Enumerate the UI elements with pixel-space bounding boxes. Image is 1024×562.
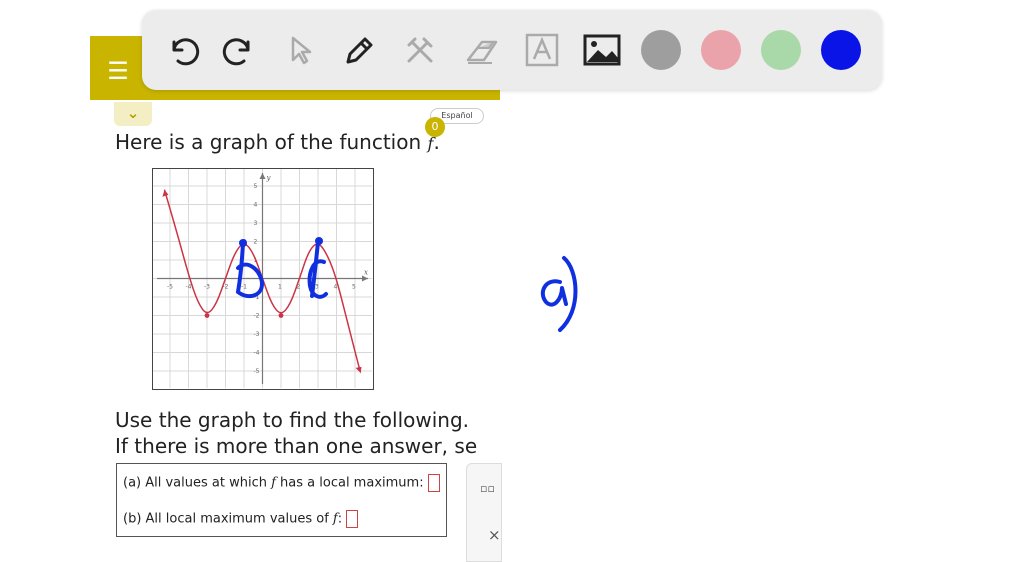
image-icon[interactable] bbox=[582, 30, 622, 70]
y-tick-label: 2 bbox=[254, 239, 258, 246]
instruction-line-2: If there is more than one answer, se bbox=[115, 434, 478, 458]
undo-icon[interactable] bbox=[162, 30, 202, 70]
x-tick-label: -5 bbox=[167, 284, 173, 291]
y-tick-label: 4 bbox=[254, 202, 258, 209]
x-tick-label: 1 bbox=[278, 284, 282, 291]
y-tick-label: -1 bbox=[254, 294, 260, 301]
x-tick-label: -3 bbox=[204, 284, 210, 291]
eraser-icon[interactable] bbox=[462, 30, 502, 70]
redo-icon[interactable] bbox=[220, 30, 260, 70]
color-swatch-green[interactable] bbox=[761, 30, 801, 70]
question-title: Here is a graph of the function f. bbox=[115, 130, 440, 154]
color-swatch-pink[interactable] bbox=[701, 30, 741, 70]
y-tick-label: 3 bbox=[254, 220, 258, 227]
x-tick-label: 3 bbox=[315, 284, 319, 291]
extremum-point bbox=[241, 239, 247, 244]
answer-a-row: (a) All values at which f has a local ma… bbox=[123, 474, 440, 492]
y-tick-label: 5 bbox=[254, 183, 258, 190]
drawing-toolbar bbox=[142, 10, 882, 90]
color-swatch-blue[interactable] bbox=[821, 30, 861, 70]
instruction-line-1: Use the graph to find the following. bbox=[115, 408, 470, 432]
graph-canvas: xy-5 -4 -3 -2 -1 1 2 3 4 554321-1-2-3-4-5 bbox=[151, 167, 374, 390]
x-tick-label: -4 bbox=[186, 284, 192, 291]
curve-arrow-right bbox=[355, 366, 362, 373]
extremum-point bbox=[315, 239, 321, 244]
x-axis-label: x bbox=[364, 269, 368, 277]
y-tick-label: -4 bbox=[254, 350, 260, 357]
y-axis-arrow bbox=[259, 173, 266, 179]
color-swatch-gray[interactable] bbox=[641, 30, 681, 70]
x-tick-label: -1 bbox=[241, 284, 247, 291]
answer-a-input[interactable] bbox=[427, 474, 440, 492]
pen-icon[interactable] bbox=[340, 30, 380, 70]
y-tick-label: -3 bbox=[254, 331, 260, 338]
side-panel bbox=[466, 463, 502, 562]
ink-paren bbox=[558, 256, 578, 332]
chevron-down-icon[interactable]: ⌄ bbox=[114, 102, 152, 126]
hamburger-menu-icon[interactable]: ☰ bbox=[100, 56, 136, 86]
y-tick-label: -5 bbox=[254, 368, 260, 375]
tools-icon[interactable] bbox=[400, 30, 440, 70]
y-tick-label: -2 bbox=[254, 313, 260, 320]
function-graph: x y -5 -4 -3 -2 -1 1 2 3 4 5 5 4 3 2 1 -1 -2 -3 -4 -5 bbox=[151, 167, 374, 390]
x-tick-label: 4 bbox=[334, 284, 338, 291]
extremum-point bbox=[278, 313, 284, 318]
x-tick-label: 5 bbox=[352, 284, 356, 291]
text-icon[interactable] bbox=[522, 30, 562, 70]
answer-box: (a) All values at which f has a local ma… bbox=[116, 463, 447, 537]
pointer-icon[interactable] bbox=[280, 30, 320, 70]
close-icon[interactable]: × bbox=[488, 526, 501, 544]
ink-a-bowl bbox=[540, 279, 568, 307]
answer-b-row: (b) All local maximum values of f: bbox=[123, 510, 359, 528]
y-axis-label: y bbox=[266, 174, 272, 182]
fraction-icon[interactable]: ▫▫ bbox=[480, 482, 495, 495]
extremum-point bbox=[204, 313, 210, 318]
answer-b-input[interactable] bbox=[346, 510, 359, 528]
